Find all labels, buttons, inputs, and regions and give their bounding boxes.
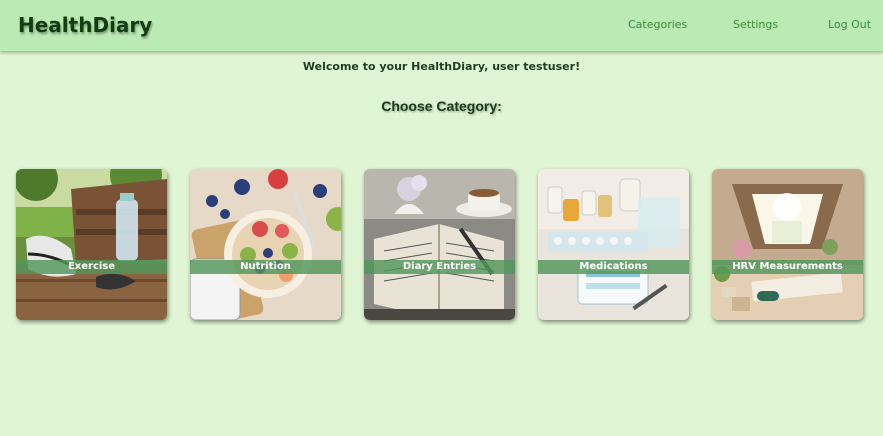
- hrv-photo: [712, 169, 863, 320]
- category-label: HRV Measurements: [712, 260, 863, 274]
- nav-settings-link[interactable]: Settings: [733, 18, 778, 31]
- app-logo-text[interactable]: HealthDiary: [18, 13, 152, 37]
- exercise-photo: [16, 169, 167, 320]
- medications-photo: [538, 169, 689, 320]
- category-card-diary-entries[interactable]: Diary Entries: [364, 169, 515, 320]
- top-navbar: HealthDiary Categories Settings Log Out: [0, 0, 883, 51]
- diary-photo: [364, 169, 515, 320]
- nav-logout-link[interactable]: Log Out: [828, 18, 871, 31]
- page-heading: Choose Category:: [381, 98, 502, 114]
- welcome-message: Welcome to your HealthDiary, user testus…: [302, 60, 581, 73]
- category-label: Medications: [538, 260, 689, 274]
- category-card-medications[interactable]: Medications: [538, 169, 689, 320]
- category-label: Diary Entries: [364, 260, 515, 274]
- category-label: Nutrition: [190, 260, 341, 274]
- category-label: Exercise: [16, 260, 167, 274]
- nutrition-photo: [190, 169, 341, 320]
- category-card-hrv-measurements[interactable]: HRV Measurements: [712, 169, 863, 320]
- nav-categories-link[interactable]: Categories: [628, 18, 687, 31]
- category-card-nutrition[interactable]: Nutrition: [190, 169, 341, 320]
- category-card-exercise[interactable]: Exercise: [16, 169, 167, 320]
